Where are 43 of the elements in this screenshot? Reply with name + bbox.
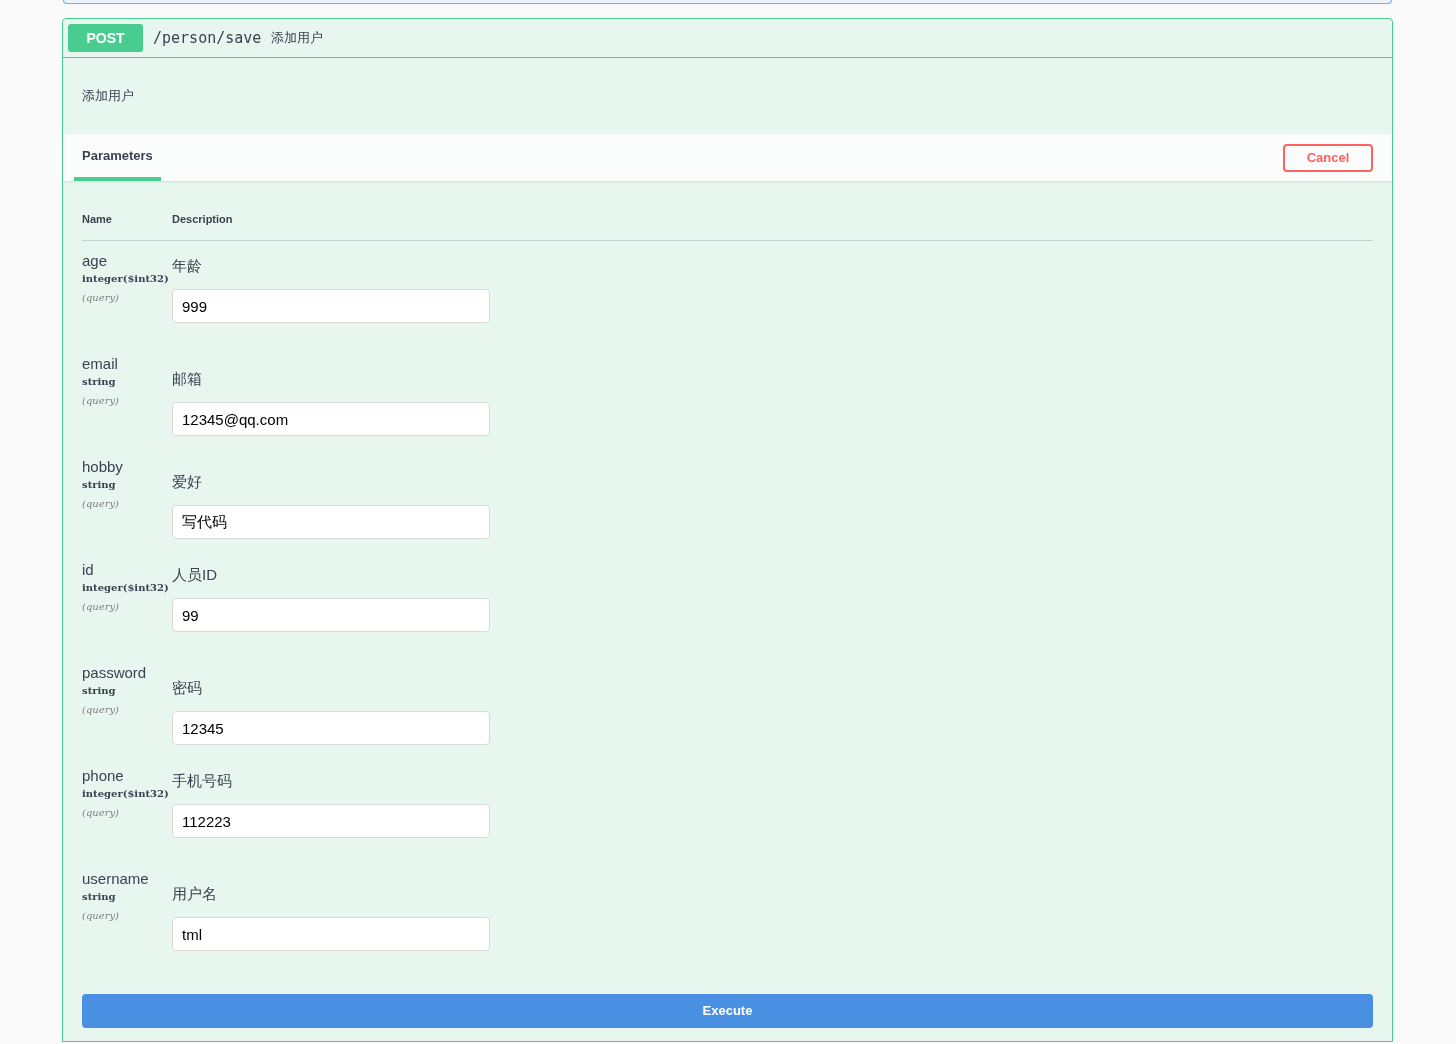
parameter-location: (query) xyxy=(82,393,119,408)
parameter-description: 邮箱 xyxy=(172,368,202,389)
parameter-description: 密码 xyxy=(172,677,202,698)
input-field[interactable]: 12345@qq.com xyxy=(172,402,490,436)
parameter-type: string xyxy=(82,889,116,904)
parameter-name: id xyxy=(82,559,94,580)
parameter-name: email xyxy=(82,353,118,374)
column-header: Name xyxy=(82,213,112,225)
parameter-location: (query) xyxy=(82,908,119,923)
parameter-location: (query) xyxy=(82,805,119,820)
parameter-type: string xyxy=(82,374,116,389)
method-badge: POST xyxy=(68,24,143,52)
parameter-type: string xyxy=(82,683,116,698)
parameter-type: integer($int32) xyxy=(82,580,169,595)
input-field[interactable]: 99 xyxy=(172,598,490,632)
parameter-type: integer($int32) xyxy=(82,786,169,801)
parameter-location: (query) xyxy=(82,496,119,511)
parameter-name: username xyxy=(82,868,149,889)
endpoint-path: /person/save xyxy=(153,27,262,49)
parameter-name: phone xyxy=(82,765,124,786)
parameter-type: string xyxy=(82,477,116,492)
parameter-description: 年龄 xyxy=(172,255,202,276)
operation-description: 添加用户 xyxy=(82,88,134,103)
parameter-description: 手机号码 xyxy=(172,770,232,791)
parameter-description: 用户名 xyxy=(172,883,217,904)
parameter-location: (query) xyxy=(82,599,119,614)
parameter-description: 爱好 xyxy=(172,471,202,492)
parameter-name: hobby xyxy=(82,456,123,477)
input-field[interactable]: 999 xyxy=(172,289,490,323)
input-field[interactable]: 写代码 xyxy=(172,505,490,539)
input-field[interactable]: 12345 xyxy=(172,711,490,745)
operation-summary-bar[interactable]: POST /person/save 添加用户 xyxy=(63,19,1392,58)
parameter-location: (query) xyxy=(82,290,119,305)
parameters-tab[interactable]: Parameters xyxy=(74,134,161,181)
column-header: Description xyxy=(172,212,233,227)
operation-summary: 添加用户 xyxy=(271,29,324,48)
parameter-description: 人员ID xyxy=(172,564,217,585)
input-field[interactable]: 112223 xyxy=(172,804,490,838)
parameter-name: password xyxy=(82,662,147,683)
input-field[interactable]: tml xyxy=(172,917,490,951)
parameter-name: age xyxy=(82,250,108,271)
parameter-type: integer($int32) xyxy=(82,271,169,286)
parameter-location: (query) xyxy=(82,702,119,717)
